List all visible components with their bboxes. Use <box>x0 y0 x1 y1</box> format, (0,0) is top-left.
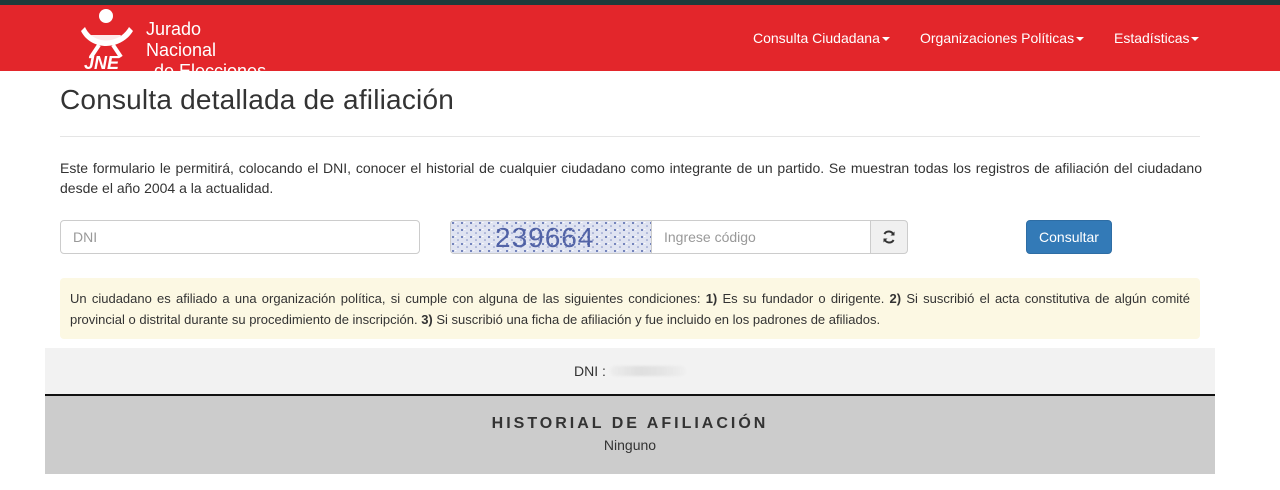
title-divider <box>60 136 1200 137</box>
history-value: Ninguno <box>603 437 657 453</box>
conditions-alert: Un ciudadano es afiliado a una organizac… <box>60 278 1200 339</box>
consultar-button[interactable]: Consultar <box>1026 220 1112 254</box>
intro-text: Este formulario le permitirá, colocando … <box>60 160 1202 196</box>
brand-logo[interactable]: JNE Jurado Nacional de Elecciones <box>73 7 273 81</box>
brand-name: Jurado Nacional de Elecciones <box>146 19 273 82</box>
alert-condition-1: Es su fundador o dirigente. <box>717 291 890 306</box>
navbar: JNE Jurado Nacional de Elecciones Consul… <box>0 5 1280 81</box>
history-title: HISTORIAL DE AFILIACIÓN <box>491 415 769 432</box>
caret-down-icon <box>1191 37 1200 41</box>
alert-number-3: 3) <box>421 312 433 327</box>
history-panel: HISTORIAL DE AFILIACIÓN Ninguno <box>45 396 1215 474</box>
captcha-image: 239664 <box>450 220 652 254</box>
logo-text: JNE <box>84 53 120 71</box>
caret-down-icon <box>881 37 890 41</box>
dni-result-bar: DNI : <box>45 348 1215 394</box>
menu-estadisticas[interactable]: Estadísticas <box>1114 5 1200 71</box>
brand-line-1: Jurado Nacional <box>146 19 217 60</box>
refresh-captcha-button[interactable] <box>870 220 908 254</box>
dni-input[interactable] <box>60 220 420 254</box>
page-title: Consulta detallada de afiliación <box>60 84 454 115</box>
dni-masked-value <box>609 366 686 376</box>
alert-number-1: 1) <box>705 291 718 306</box>
captcha-code-input[interactable] <box>651 220 871 254</box>
alert-lead: Un ciudadano es afiliado a una organizac… <box>70 291 706 306</box>
refresh-icon <box>883 230 895 244</box>
alert-condition-3: Si suscribió una ficha de afiliación y f… <box>432 312 881 327</box>
caret-down-icon <box>1076 37 1085 41</box>
menu-label: Organizaciones Políticas <box>920 30 1075 46</box>
menu-label: Consulta Ciudadana <box>753 30 880 46</box>
brand-line-2: de Elecciones <box>154 61 267 81</box>
menu-organizaciones-politicas[interactable]: Organizaciones Políticas <box>920 5 1085 71</box>
menu-label: Estadísticas <box>1114 30 1190 46</box>
alert-number-2: 2) <box>889 291 902 306</box>
jne-logo-icon: JNE <box>81 9 133 71</box>
menu-consulta-ciudadana[interactable]: Consulta Ciudadana <box>753 5 890 71</box>
dni-result-label: DNI : <box>574 363 606 379</box>
